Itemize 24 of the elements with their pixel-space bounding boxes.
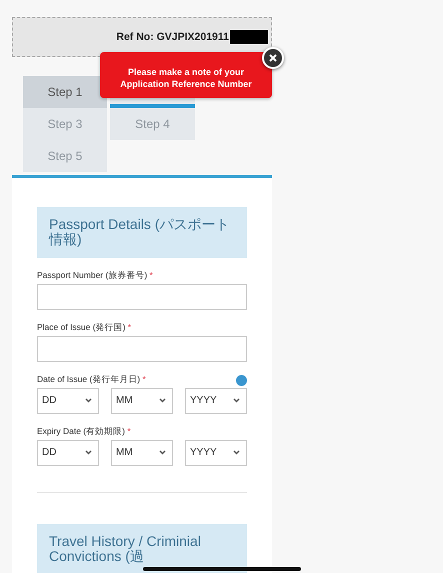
- chevron-down-icon: [85, 398, 92, 404]
- reference-number: Ref No: GVJPIX201911: [116, 31, 229, 43]
- date-dropdown[interactable]: YYYY: [185, 440, 247, 466]
- chevron-down-icon: [233, 450, 240, 456]
- chevron-down-icon: [159, 398, 166, 404]
- field-label: Expiry Date (有効期限) *: [37, 426, 131, 438]
- section-heading: Passport Details (パスポート情報): [37, 207, 247, 258]
- help-icon[interactable]: [236, 374, 247, 386]
- field-label: Place of Issue (発行国) *: [37, 322, 132, 334]
- chevron-down-icon: [159, 450, 166, 456]
- input-field[interactable]: [37, 336, 247, 362]
- field-label: Date of Issue (発行年月日) *: [37, 374, 146, 386]
- date-dropdown[interactable]: YYYY: [185, 388, 247, 414]
- date-dropdown[interactable]: DD: [37, 388, 99, 414]
- step-tab[interactable]: Step 1: [23, 76, 107, 108]
- date-dropdown[interactable]: MM: [111, 440, 173, 466]
- chevron-down-icon: [85, 450, 92, 456]
- input-field[interactable]: [37, 284, 247, 310]
- field-label: Passport Number (旅券番号) *: [37, 270, 153, 282]
- date-dropdown[interactable]: DD: [37, 440, 99, 466]
- reference-tooltip: Please make a note of your Application Reference Number: [100, 52, 272, 98]
- chevron-down-icon: [233, 398, 240, 404]
- section-heading: Travel History / Criminial Convictions (過: [37, 524, 247, 573]
- date-dropdown[interactable]: MM: [111, 388, 173, 414]
